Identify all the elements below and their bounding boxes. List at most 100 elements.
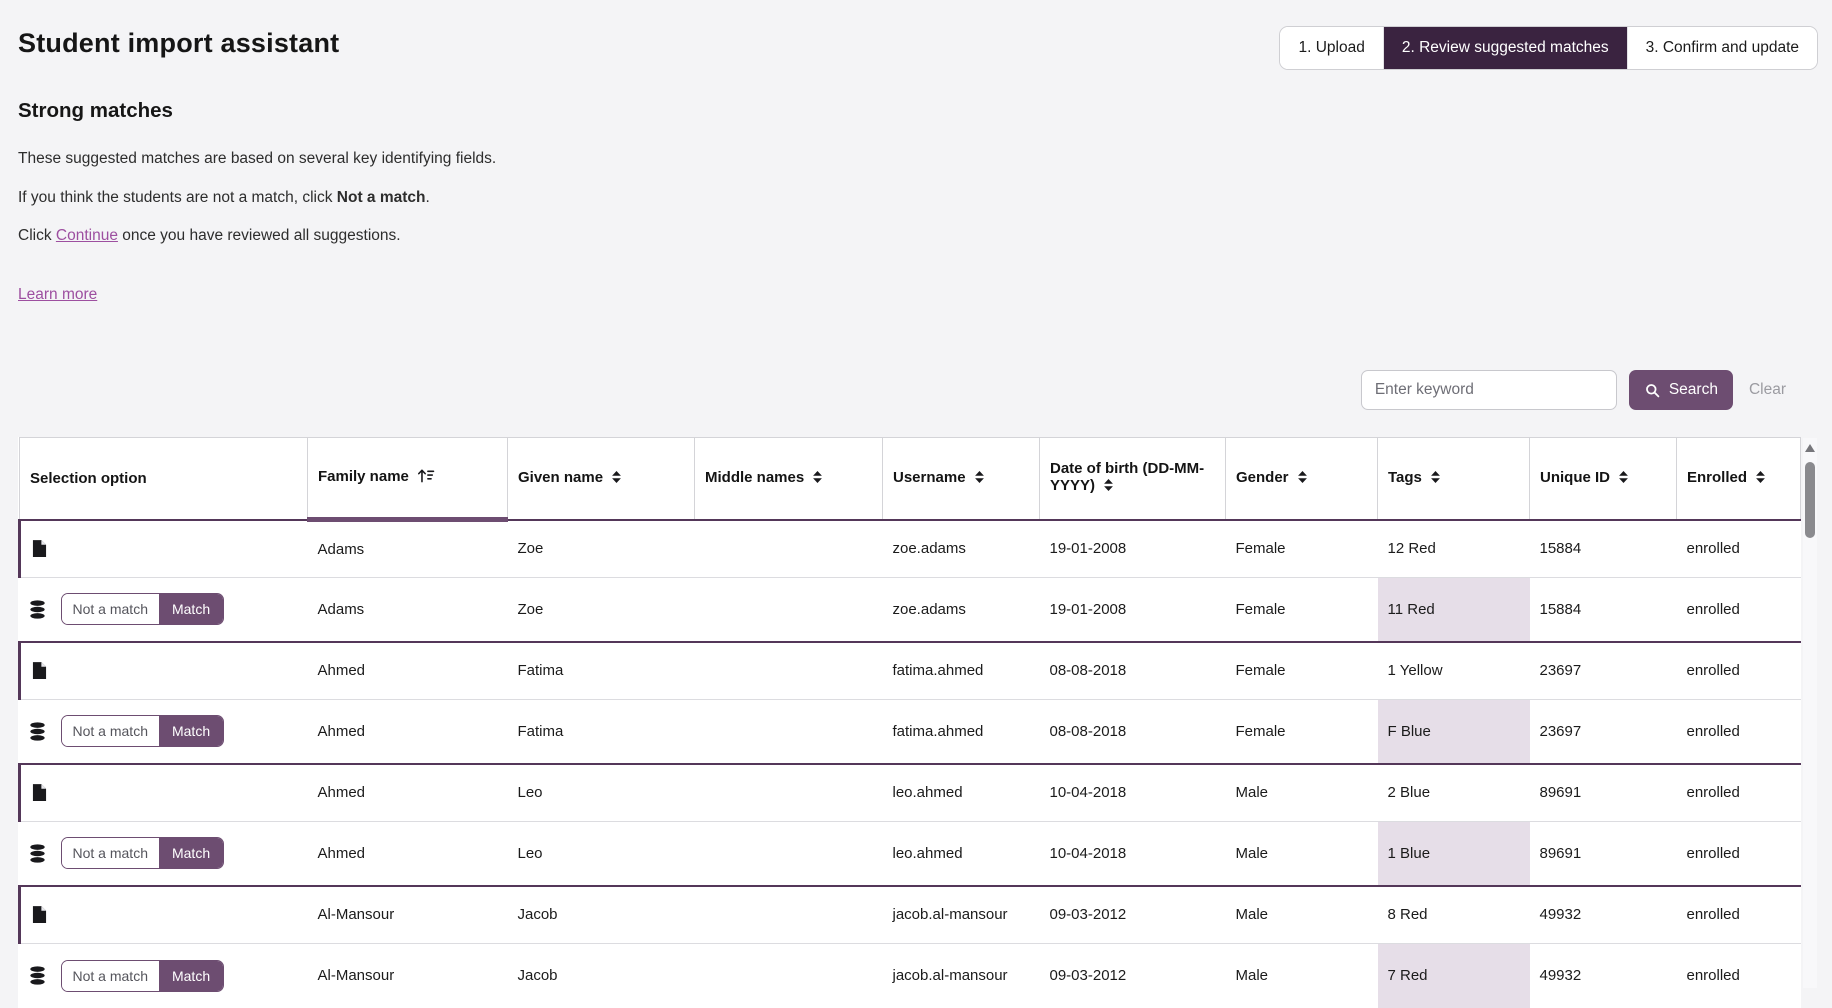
cell-family-name: Ahmed [308,700,508,764]
intro-line-3: Click Continue once you have reviewed al… [18,227,1832,245]
cell-enrolled: enrolled [1677,642,1801,700]
cell-given-name: Zoe [508,578,695,642]
scroll-up-arrow-icon[interactable] [1805,444,1815,452]
table-row-upload: Al-MansourJacobjacob.al-mansour09-03-201… [20,886,1801,944]
cell-date-of-birth: 09-03-2012 [1040,886,1226,944]
cell-date-of-birth: 09-03-2012 [1040,944,1226,1008]
column-header-tags[interactable]: Tags [1378,438,1530,520]
selection-cell [20,764,308,822]
column-header-username[interactable]: Username [883,438,1040,520]
database-icon [29,844,47,863]
cell-given-name: Zoe [508,520,695,578]
cell-enrolled: enrolled [1677,520,1801,578]
cell-gender: Male [1226,822,1378,886]
search-bar: Search Clear [1361,370,1786,410]
table-scrollbar[interactable] [1803,438,1817,988]
selection-cell: Not a matchMatch [20,822,308,886]
wizard-step-3[interactable]: 3. Confirm and update [1627,27,1817,69]
cell-tags: 2 Blue [1378,764,1530,822]
cell-username: leo.ahmed [883,764,1040,822]
column-header-middle-names[interactable]: Middle names [695,438,883,520]
search-input[interactable] [1361,370,1617,410]
column-header-gender[interactable]: Gender [1226,438,1378,520]
cell-date-of-birth: 10-04-2018 [1040,764,1226,822]
cell-unique-id: 23697 [1530,642,1677,700]
cell-tags: 11 Red [1378,578,1530,642]
cell-tags: 1 Blue [1378,822,1530,886]
cell-given-name: Fatima [508,700,695,764]
table-row-upload: AhmedLeoleo.ahmed10-04-2018Male2 Blue896… [20,764,1801,822]
selection-cell: Not a matchMatch [20,944,308,1008]
cell-gender: Female [1226,700,1378,764]
not-a-match-button[interactable]: Not a match [62,838,159,868]
not-a-match-button[interactable]: Not a match [62,961,159,991]
wizard-steps: 1. Upload2. Review suggested matches3. C… [1279,26,1818,70]
cell-gender: Male [1226,764,1378,822]
match-button[interactable]: Match [159,716,223,746]
table-row-existing: Not a matchMatchAdamsZoezoe.adams19-01-2… [20,578,1801,642]
column-header-enrolled[interactable]: Enrolled [1677,438,1801,520]
column-header-unique-id[interactable]: Unique ID [1530,438,1677,520]
learn-more-link[interactable]: Learn more [18,286,97,304]
table-row-upload: AhmedFatimafatima.ahmed08-08-2018Female1… [20,642,1801,700]
table-row-upload: AdamsZoezoe.adams19-01-2008Female12 Red1… [20,520,1801,578]
match-toggle: Not a matchMatch [61,960,225,992]
cell-enrolled: enrolled [1677,578,1801,642]
clear-button[interactable]: Clear [1749,381,1786,399]
table-row-existing: Not a matchMatchAhmedFatimafatima.ahmed0… [20,700,1801,764]
selection-cell: Not a matchMatch [20,578,308,642]
cell-family-name: Ahmed [308,642,508,700]
cell-family-name: Ahmed [308,764,508,822]
cell-date-of-birth: 19-01-2008 [1040,520,1226,578]
cell-date-of-birth: 19-01-2008 [1040,578,1226,642]
intro-line-2: If you think the students are not a matc… [18,189,1832,207]
cell-tags: 7 Red [1378,944,1530,1008]
cell-given-name: Leo [508,822,695,886]
table-header-row: Selection optionFamily nameGiven nameMid… [20,438,1801,520]
match-button[interactable]: Match [159,594,223,624]
continue-link[interactable]: Continue [56,227,118,244]
sort-updown-icon [1297,470,1308,488]
table-row-existing: Not a matchMatchAl-MansourJacobjacob.al-… [20,944,1801,1008]
cell-unique-id: 15884 [1530,520,1677,578]
column-header-dob[interactable]: Date of birth (DD-MM-YYYY) [1040,438,1226,520]
cell-enrolled: enrolled [1677,822,1801,886]
cell-tags: 12 Red [1378,520,1530,578]
cell-given-name: Jacob [508,944,695,1008]
column-header-family-name[interactable]: Family name [308,438,508,520]
cell-given-name: Leo [508,764,695,822]
cell-unique-id: 89691 [1530,822,1677,886]
database-icon [29,600,47,619]
match-button[interactable]: Match [159,838,223,868]
cell-given-name: Fatima [508,642,695,700]
not-a-match-button[interactable]: Not a match [62,716,159,746]
wizard-step-1[interactable]: 1. Upload [1280,27,1382,69]
column-header-given-name[interactable]: Given name [508,438,695,520]
sort-updown-icon [974,470,985,488]
not-a-match-button[interactable]: Not a match [62,594,159,624]
cell-unique-id: 49932 [1530,944,1677,1008]
match-toggle: Not a matchMatch [61,837,225,869]
column-header-selection: Selection option [20,438,308,520]
scrollbar-thumb[interactable] [1805,462,1815,538]
cell-enrolled: enrolled [1677,944,1801,1008]
cell-middle-names [695,642,883,700]
match-toggle: Not a matchMatch [61,593,225,625]
wizard-step-2[interactable]: 2. Review suggested matches [1383,27,1627,69]
cell-middle-names [695,764,883,822]
cell-enrolled: enrolled [1677,886,1801,944]
not-a-match-emphasis: Not a match [337,189,426,206]
section-heading: Strong matches [18,99,1832,123]
match-button[interactable]: Match [159,961,223,991]
cell-username: zoe.adams [883,578,1040,642]
search-button[interactable]: Search [1629,370,1733,410]
file-icon [30,783,48,802]
sort-updown-icon [611,470,622,488]
cell-username: zoe.adams [883,520,1040,578]
cell-given-name: Jacob [508,886,695,944]
cell-unique-id: 15884 [1530,578,1677,642]
search-icon [1644,383,1662,398]
table-body: AdamsZoezoe.adams19-01-2008Female12 Red1… [20,520,1801,1008]
sort-updown-icon [1755,470,1766,488]
sort-updown-icon [1103,478,1114,496]
